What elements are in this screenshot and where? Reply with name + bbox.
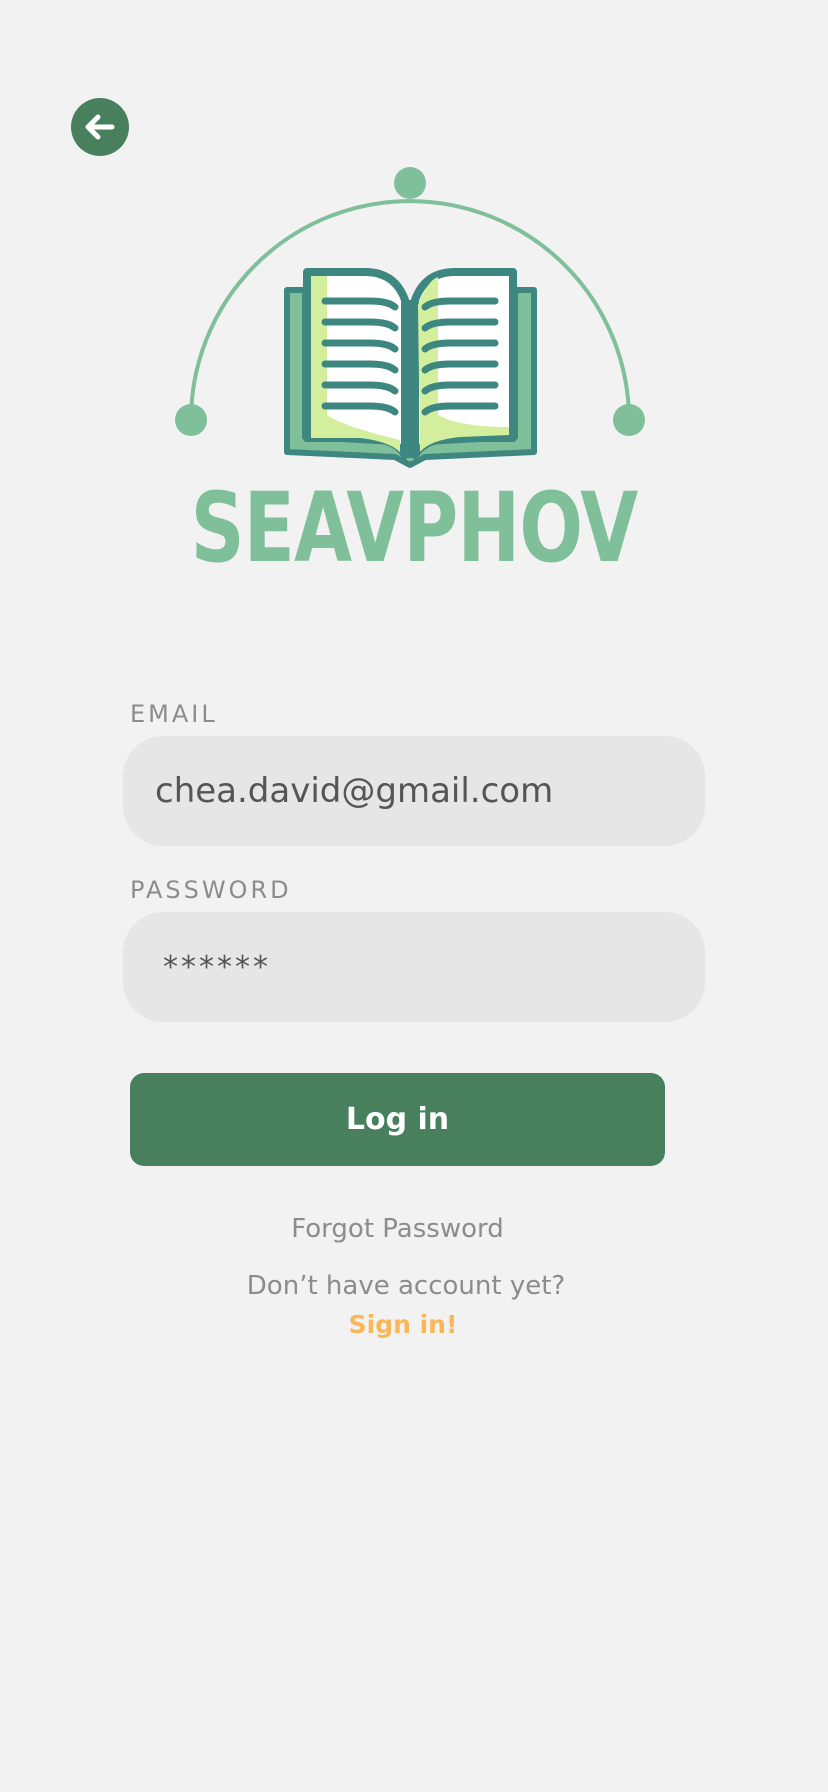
sign-in-link[interactable]: Sign in!: [0, 1310, 806, 1339]
back-button[interactable]: [71, 98, 129, 156]
login-button[interactable]: Log in: [130, 1073, 665, 1166]
email-label: EMAIL: [130, 700, 218, 728]
password-label: PASSWORD: [130, 876, 292, 904]
password-field[interactable]: ******: [123, 912, 705, 1022]
brand-name: SEAVPHOV: [190, 472, 639, 584]
email-field[interactable]: chea.david@gmail.com: [123, 736, 705, 846]
no-account-text: Don’t have account yet?: [246, 1271, 566, 1301]
arrow-left-icon: [85, 114, 115, 140]
forgot-password-link[interactable]: Forgot Password: [0, 1214, 795, 1244]
